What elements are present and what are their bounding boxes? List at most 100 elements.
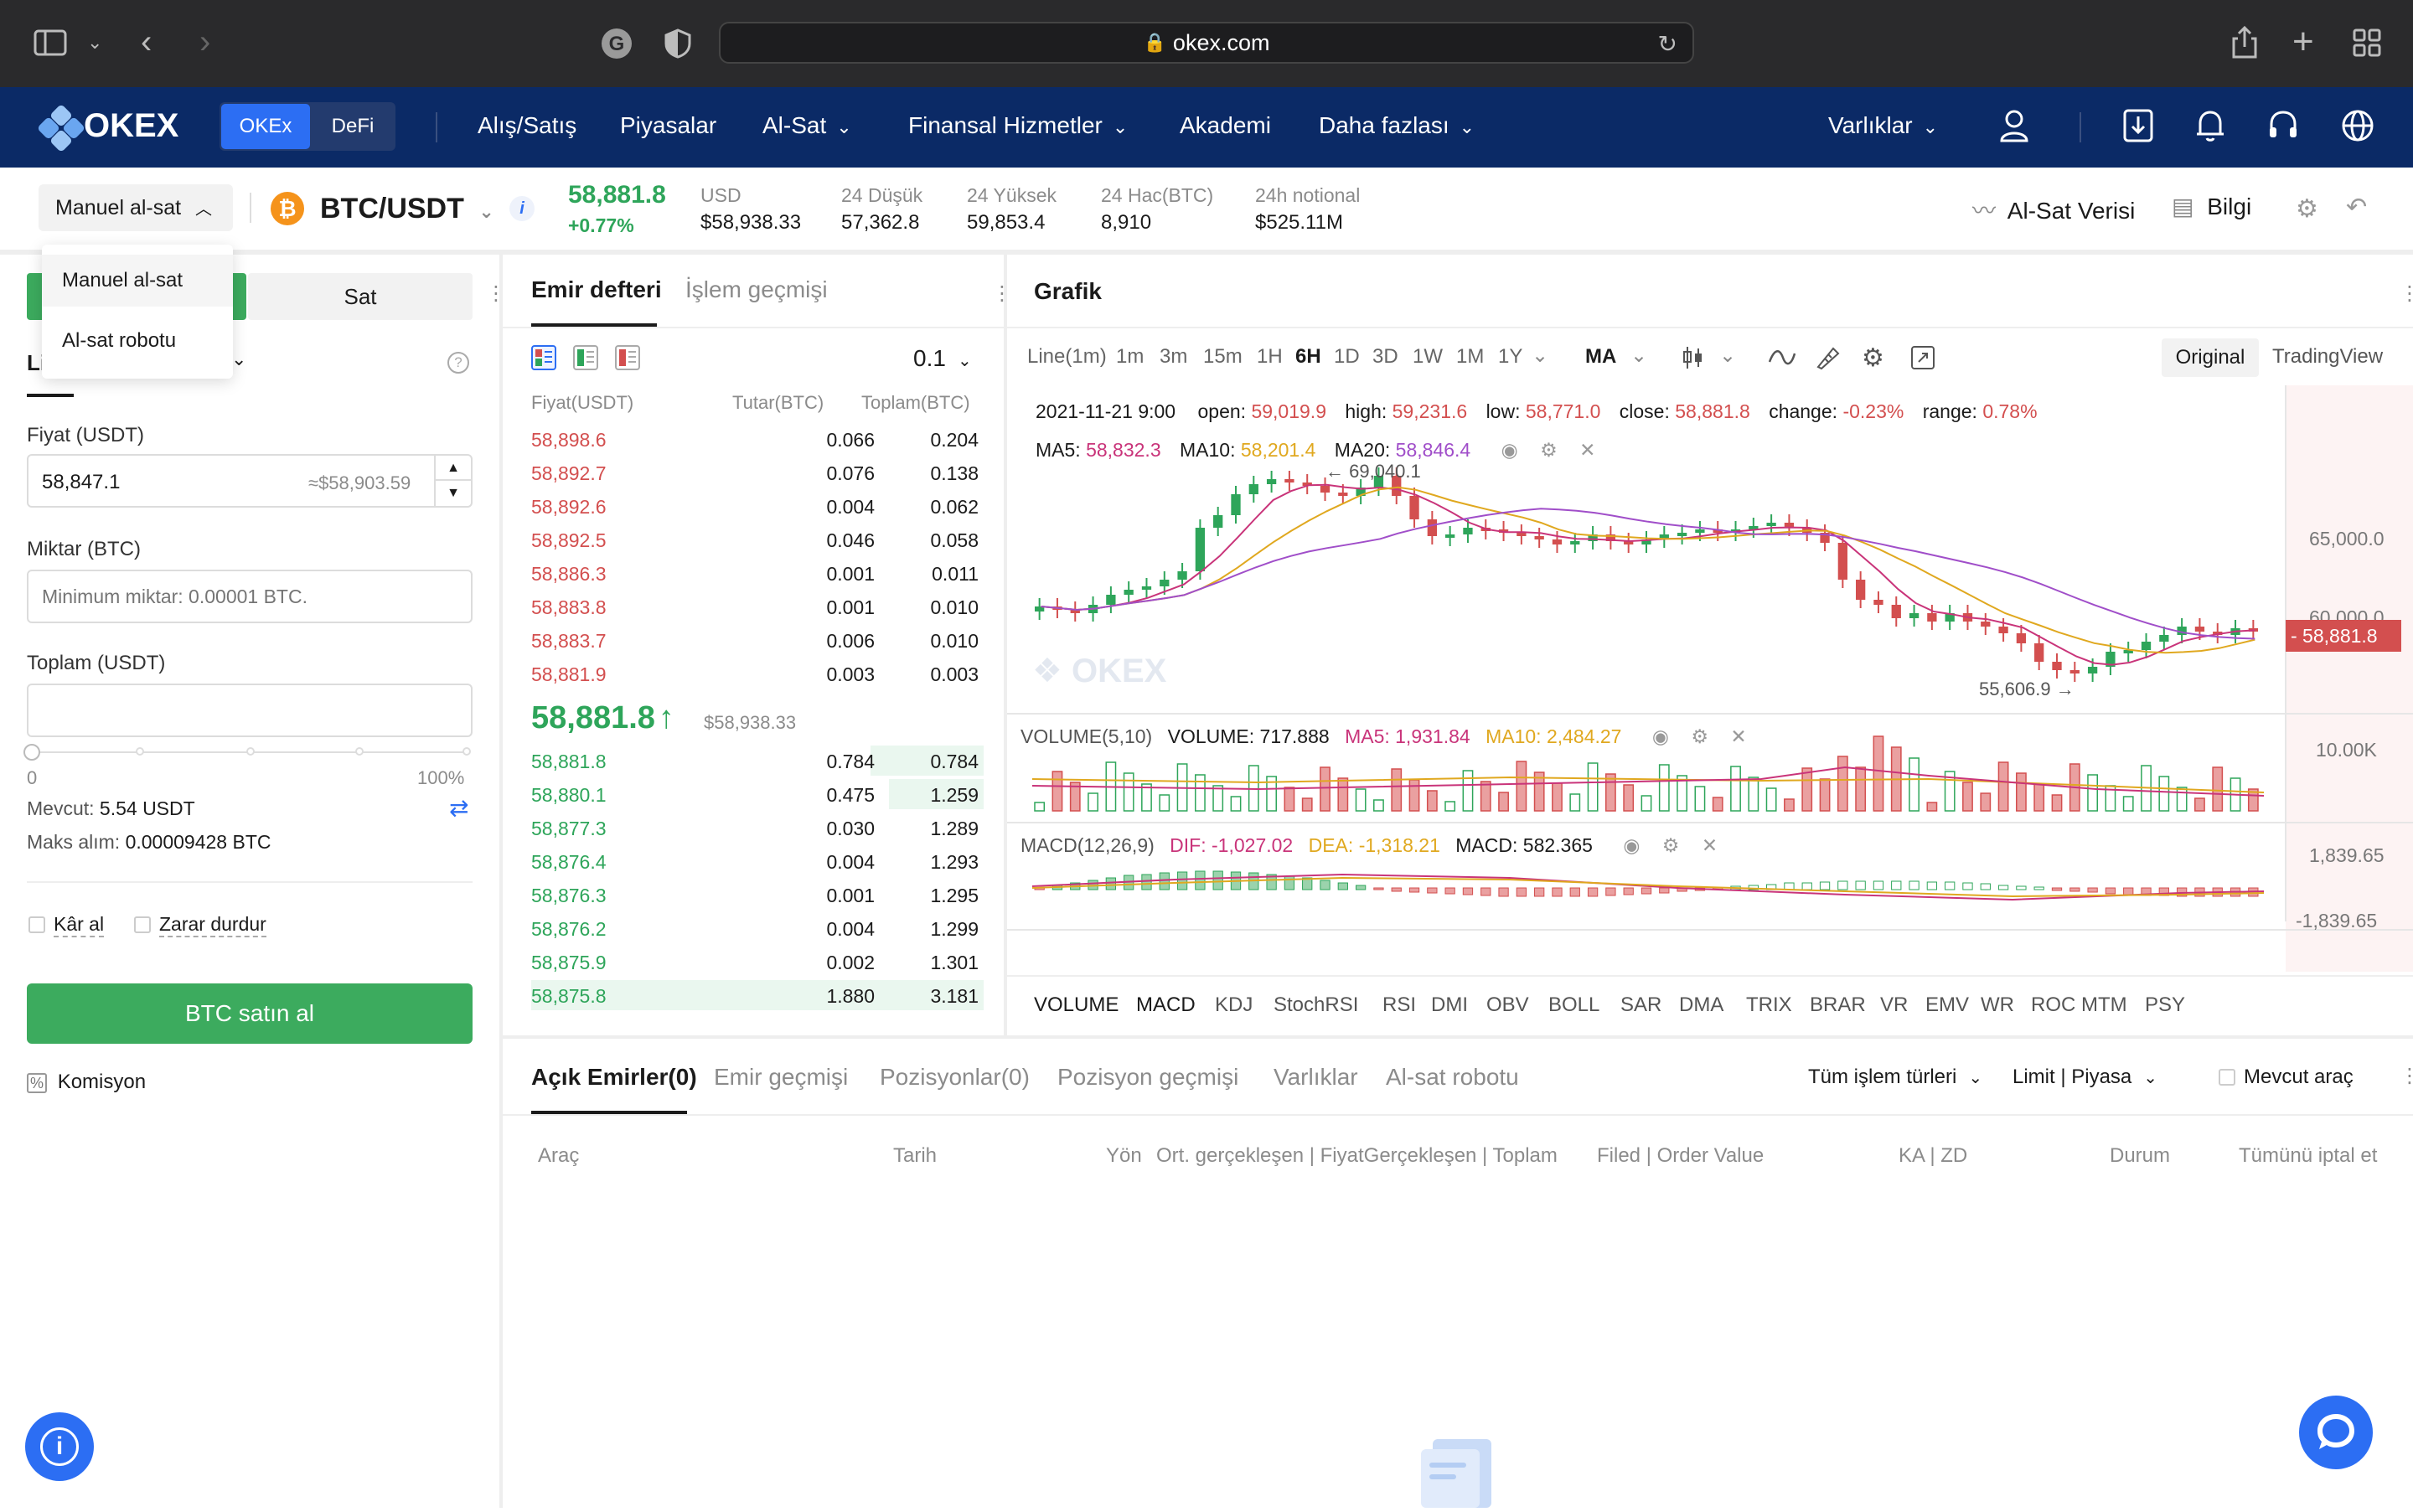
orders-tab-1[interactable]: Emir geçmişi	[714, 1064, 848, 1091]
interval-1m[interactable]: 1m	[1116, 345, 1144, 369]
indicator-mtm[interactable]: MTM	[2081, 993, 2127, 1017]
indicator-kdj[interactable]: KDJ	[1215, 993, 1253, 1017]
interval-1w[interactable]: 1W	[1413, 345, 1443, 369]
share-icon[interactable]	[2230, 25, 2259, 64]
orders-tab-2[interactable]: Pozisyonlar(0)	[880, 1064, 1030, 1091]
chevron-down-icon[interactable]: ⌄	[1719, 343, 1736, 368]
indicator-obv[interactable]: OBV	[1486, 993, 1529, 1017]
brand-name[interactable]: OKEX	[84, 107, 178, 145]
take-profit-label[interactable]: Kâr al	[54, 913, 105, 937]
slider-handle[interactable]	[23, 744, 40, 761]
globe-icon[interactable]	[2341, 109, 2374, 148]
interval-15m[interactable]: 15m	[1203, 345, 1243, 369]
interval-3m[interactable]: 3m	[1160, 345, 1187, 369]
indicator-icon[interactable]	[1768, 345, 1796, 374]
nav-finance[interactable]: Finansal Hizmetler ⌄	[908, 112, 1128, 139]
chevron-down-icon[interactable]: ⌄	[1630, 343, 1647, 368]
candlestick-chart[interactable]	[1007, 385, 2413, 972]
cancel-all-button[interactable]: Tümünü iptal et	[2239, 1144, 2377, 1168]
chevron-down-icon[interactable]: ⌄	[1532, 343, 1548, 368]
grammarly-icon[interactable]: G	[600, 27, 633, 65]
eye-icon[interactable]: ◉	[1652, 725, 1669, 747]
fee-link[interactable]: % Komisyon	[27, 1071, 146, 1094]
mode-option-manual[interactable]: Manuel al-sat	[42, 255, 233, 307]
gear-icon[interactable]: ⚙	[2296, 194, 2318, 224]
info-fab[interactable]: i	[25, 1412, 94, 1481]
bid-row[interactable]: 58,876.2 0.004 1.299	[531, 911, 984, 945]
address-bar[interactable]: 🔒 okex.com ↻	[719, 22, 1694, 64]
interval-1h[interactable]: 1H	[1257, 345, 1283, 369]
view-both-icon[interactable]	[531, 345, 556, 374]
ask-row[interactable]: 58,892.5 0.046 0.058	[531, 523, 984, 556]
gear-icon[interactable]: ⚙	[1691, 725, 1708, 747]
current-only-label[interactable]: Mevcut araç	[2244, 1066, 2354, 1089]
interval-line1m[interactable]: Line(1m)	[1027, 345, 1107, 369]
stop-loss-label[interactable]: Zarar durdur	[159, 913, 266, 937]
slider-tick[interactable]	[136, 747, 144, 756]
view-original-button[interactable]: Original	[2162, 338, 2259, 377]
undo-icon[interactable]: ↶	[2346, 193, 2367, 222]
precision-selector[interactable]: 0.1 ⌄	[913, 345, 972, 372]
tab-trade-history[interactable]: İşlem geçmişi	[685, 276, 828, 303]
sell-tab[interactable]: Sat	[248, 273, 473, 320]
slider-tick[interactable]	[246, 747, 255, 756]
view-asks-icon[interactable]	[615, 345, 640, 374]
indicator-stochrsi[interactable]: StochRSI	[1274, 993, 1358, 1017]
headset-icon[interactable]	[2267, 109, 2299, 148]
fullscreen-icon[interactable]	[1910, 345, 1935, 374]
bid-row[interactable]: 58,880.1 0.475 1.259	[531, 777, 984, 811]
candlestick-type-icon[interactable]	[1681, 345, 1706, 374]
drag-handle-icon[interactable]: ⋮	[486, 281, 506, 306]
indicator-dmi[interactable]: DMI	[1431, 993, 1468, 1017]
switch-defi[interactable]: DeFi	[312, 104, 394, 149]
filter-kind[interactable]: Limit | Piyasa ⌄	[2013, 1066, 2157, 1089]
indicator-vr[interactable]: VR	[1880, 993, 1908, 1017]
indicator-boll[interactable]: BOLL	[1548, 993, 1599, 1017]
mode-option-bot[interactable]: Al-sat robotu	[42, 315, 233, 367]
orders-tab-0[interactable]: Açık Emirler(0)	[531, 1064, 697, 1091]
ask-row[interactable]: 58,892.7 0.076 0.138	[531, 456, 984, 489]
interval-1y[interactable]: 1Y	[1498, 345, 1522, 369]
pair-selector[interactable]: BTC/USDT ⌄	[320, 193, 494, 225]
shield-icon[interactable]	[664, 28, 692, 64]
nav-markets[interactable]: Piyasalar	[620, 112, 716, 139]
price-stepper[interactable]: ▲ ▼	[434, 456, 471, 506]
interval-1d[interactable]: 1D	[1334, 345, 1360, 369]
ask-row[interactable]: 58,892.6 0.004 0.062	[531, 489, 984, 523]
indicator-wr[interactable]: WR	[1981, 993, 2014, 1017]
drag-handle-icon[interactable]: ⋮	[992, 281, 1012, 306]
decrement-icon[interactable]: ▼	[436, 481, 471, 506]
interval-1m[interactable]: 1M	[1456, 345, 1484, 369]
current-only-checkbox[interactable]	[2219, 1069, 2235, 1086]
chat-fab[interactable]	[2299, 1396, 2373, 1469]
chevron-down-icon[interactable]: ⌄	[87, 34, 102, 52]
reload-icon[interactable]: ↻	[1658, 30, 1677, 58]
total-input[interactable]	[27, 684, 473, 737]
trade-data-link[interactable]: 〰 Al-Sat Verisi	[1972, 193, 2135, 226]
info-link[interactable]: ▤ Bilgi	[2172, 193, 2251, 220]
slider-tick[interactable]	[355, 747, 364, 756]
nav-more[interactable]: Daha fazlası ⌄	[1319, 112, 1475, 139]
close-icon[interactable]: ✕	[1730, 725, 1746, 747]
bid-row[interactable]: 58,881.8 0.784 0.784	[531, 744, 984, 777]
nav-trade[interactable]: Al-Sat ⌄	[762, 112, 852, 139]
new-tab-icon[interactable]: +	[2292, 23, 2314, 60]
nav-academy[interactable]: Akademi	[1180, 112, 1271, 139]
buy-btc-button[interactable]: BTC satın al	[27, 983, 473, 1044]
indicator-rsi[interactable]: RSI	[1382, 993, 1416, 1017]
tab-order-book[interactable]: Emir defteri	[531, 276, 662, 303]
indicator-macd[interactable]: MACD	[1136, 993, 1196, 1017]
switch-okex[interactable]: OKEx	[221, 104, 310, 149]
indicator-brar[interactable]: BRAR	[1810, 993, 1866, 1017]
interval-3d[interactable]: 3D	[1372, 345, 1398, 369]
ask-row[interactable]: 58,898.6 0.066 0.204	[531, 422, 984, 456]
back-icon[interactable]: ‹	[141, 25, 152, 59]
bid-row[interactable]: 58,877.3 0.030 1.289	[531, 811, 984, 844]
increment-icon[interactable]: ▲	[436, 456, 471, 481]
view-bids-icon[interactable]	[573, 345, 598, 374]
take-profit-checkbox[interactable]	[28, 916, 45, 933]
bid-row[interactable]: 58,875.9 0.002 1.301	[531, 945, 984, 978]
indicator-dma[interactable]: DMA	[1679, 993, 1723, 1017]
indicator-sar[interactable]: SAR	[1620, 993, 1661, 1017]
indicator-psy[interactable]: PSY	[2145, 993, 2185, 1017]
